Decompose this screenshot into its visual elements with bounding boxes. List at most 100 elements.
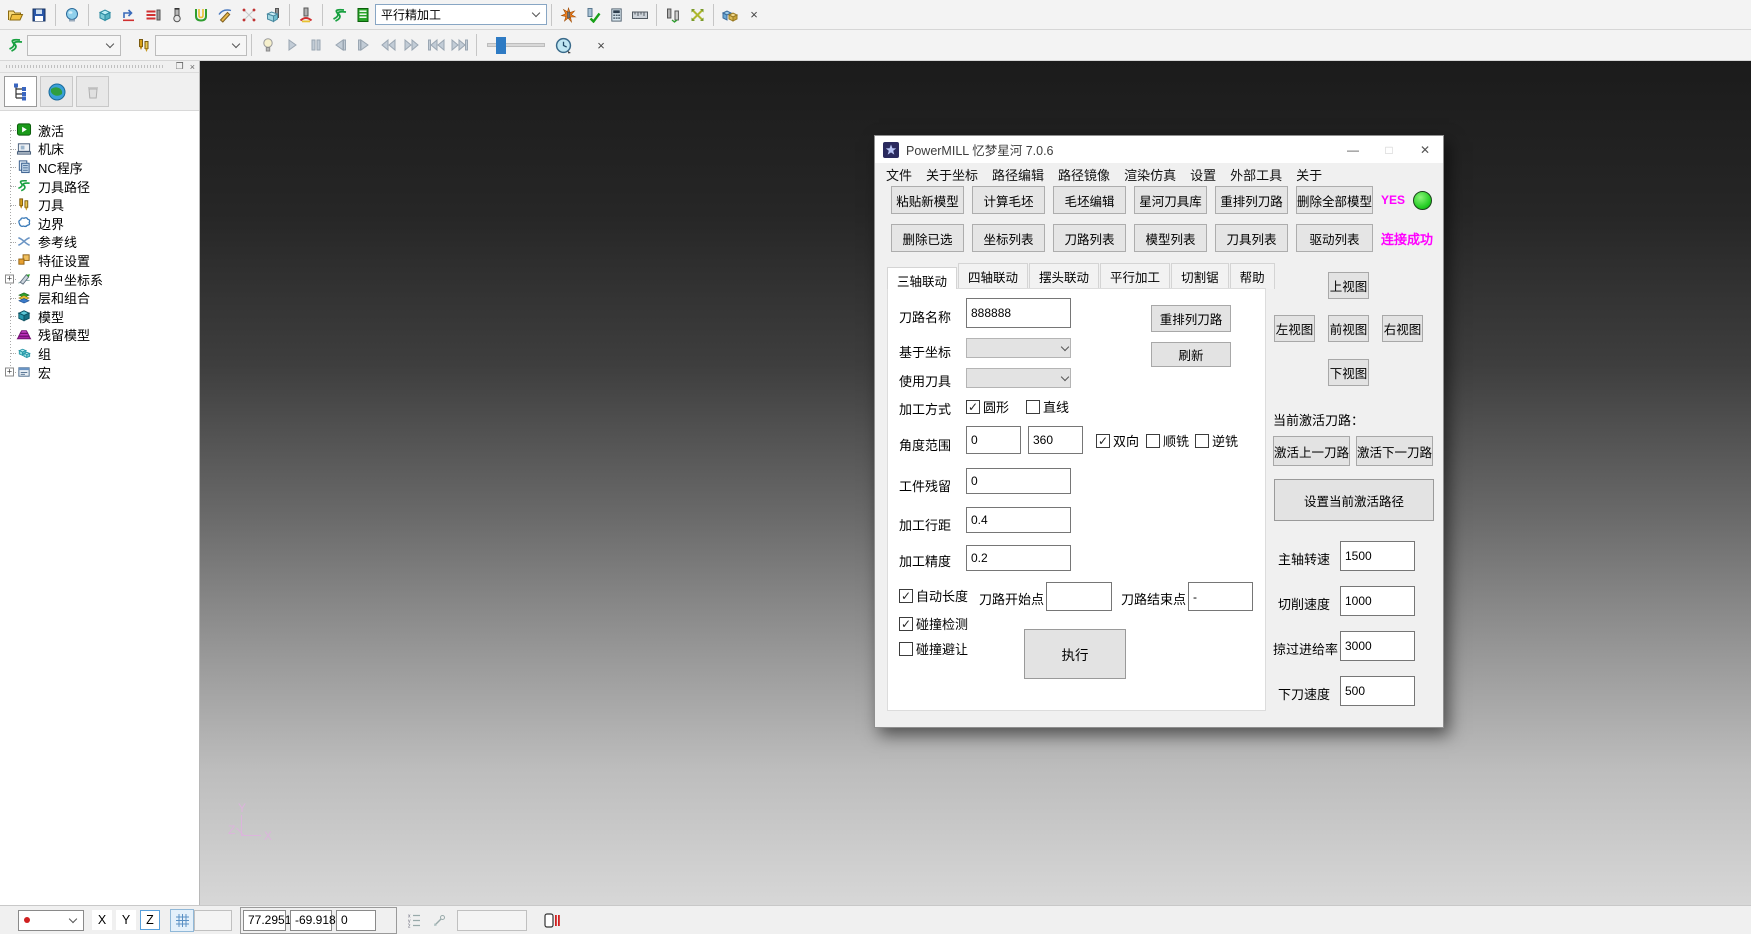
- view-bottom-button[interactable]: 下视图: [1328, 359, 1369, 386]
- calc-stock-button[interactable]: 计算毛坯: [972, 186, 1045, 214]
- rearrange-button[interactable]: 重排列刀路: [1151, 305, 1231, 332]
- probe-icon[interactable]: [427, 908, 451, 932]
- return-arrow-icon[interactable]: [117, 3, 141, 27]
- tree-item-stock-model[interactable]: 残留模型: [0, 326, 199, 345]
- stock-edit-button[interactable]: 毛坯编辑: [1053, 186, 1126, 214]
- plunge-speed-input[interactable]: [1340, 676, 1415, 706]
- tolerance-input[interactable]: [966, 545, 1071, 571]
- tree-item-levels[interactable]: 层和组合: [0, 288, 199, 307]
- pause-icon[interactable]: [304, 33, 328, 57]
- view-right-button[interactable]: 右视图: [1382, 315, 1423, 342]
- tree-item-boundary[interactable]: 边界: [0, 214, 199, 233]
- tab-trash[interactable]: [76, 76, 109, 107]
- coord-x-input[interactable]: 77.2951: [243, 910, 286, 931]
- line-checkbox[interactable]: [1026, 400, 1040, 414]
- collision-avoid-checkbox[interactable]: [899, 642, 913, 656]
- angle-to-input[interactable]: [1028, 426, 1083, 454]
- play-icon[interactable]: [280, 33, 304, 57]
- tool-list-button[interactable]: 刀具列表: [1215, 224, 1288, 252]
- activate-prev-button[interactable]: 激活上一刀路: [1273, 436, 1350, 466]
- pencil-curve-icon[interactable]: [213, 3, 237, 27]
- speed-slider[interactable]: [487, 43, 545, 47]
- block-icon[interactable]: [93, 3, 117, 27]
- view-top-button[interactable]: 上视图: [1328, 272, 1369, 299]
- rearrange-toolpath-button[interactable]: 重排列刀路: [1215, 186, 1288, 214]
- tree-item-groups[interactable]: 组: [0, 344, 199, 363]
- bidir-checkbox[interactable]: [1096, 434, 1110, 448]
- coord-list-button[interactable]: 坐标列表: [972, 224, 1045, 252]
- auto-length-checkbox-row[interactable]: 自动长度: [899, 586, 968, 605]
- circle-checkbox[interactable]: [966, 400, 980, 414]
- menu-coords[interactable]: 关于坐标: [919, 165, 985, 184]
- minimize-icon[interactable]: —: [1335, 136, 1371, 163]
- measure-input[interactable]: [457, 910, 527, 931]
- maximize-icon[interactable]: □: [1371, 136, 1407, 163]
- skim-feed-input[interactable]: [1340, 631, 1415, 661]
- close-toolbar-icon[interactable]: ×: [589, 33, 613, 57]
- activate-next-button[interactable]: 激活下一刀路: [1356, 436, 1433, 466]
- base-coord-select[interactable]: [966, 338, 1071, 358]
- sidebar-grip[interactable]: ❐ ×: [0, 61, 199, 73]
- slider-handle[interactable]: [496, 37, 506, 54]
- view-left-button[interactable]: 左视图: [1274, 315, 1315, 342]
- set-active-path-button[interactable]: 设置当前激活路径: [1274, 479, 1434, 521]
- tab-parallel[interactable]: 平行加工: [1100, 263, 1170, 289]
- tree-item-pattern[interactable]: 参考线: [0, 233, 199, 252]
- tree-item-machine[interactable]: 机床: [0, 140, 199, 159]
- model-list-button[interactable]: 模型列表: [1134, 224, 1207, 252]
- statusbar-select[interactable]: [18, 910, 84, 931]
- grid-size-input[interactable]: [194, 910, 232, 931]
- auto-length-checkbox[interactable]: [899, 589, 913, 603]
- close-panel-icon[interactable]: ×: [190, 62, 195, 72]
- execute-button[interactable]: 执行: [1024, 629, 1126, 679]
- toolpath-select[interactable]: [27, 35, 121, 56]
- strategy-select[interactable]: 平行精加工: [375, 4, 547, 25]
- line-checkbox-row[interactable]: 直线: [1026, 397, 1069, 416]
- x-axis-button[interactable]: X: [92, 910, 112, 930]
- ruler-icon[interactable]: [628, 3, 652, 27]
- menu-file[interactable]: 文件: [879, 165, 919, 184]
- lightbulb-icon[interactable]: [256, 33, 280, 57]
- tree-item-nc-program[interactable]: NC程序: [0, 158, 199, 177]
- conventional-checkbox-row[interactable]: 逆铣: [1195, 431, 1238, 450]
- menu-render-sim[interactable]: 渲染仿真: [1117, 165, 1183, 184]
- tools-icon[interactable]: [131, 33, 155, 57]
- transform-arrows-icon[interactable]: [685, 3, 709, 27]
- cutting-speed-input[interactable]: [1340, 586, 1415, 616]
- menu-path-mirror[interactable]: 路径镜像: [1051, 165, 1117, 184]
- paste-model-button[interactable]: 粘贴新模型: [891, 186, 964, 214]
- use-tool-select[interactable]: [966, 368, 1071, 388]
- viewport-canvas[interactable]: Y Z X PowerMILL 忆梦星河 7.0.6 — □ ✕ 文件 关于坐标…: [200, 61, 1751, 905]
- bidir-checkbox-row[interactable]: 双向: [1096, 431, 1139, 450]
- tree-item-activate[interactable]: 激活: [0, 121, 199, 140]
- close-icon[interactable]: ✕: [1407, 136, 1443, 163]
- tab-saw[interactable]: 切割锯: [1171, 263, 1229, 289]
- tab-help[interactable]: 帮助: [1230, 263, 1275, 289]
- climb-checkbox-row[interactable]: 顺铣: [1146, 431, 1189, 450]
- tree-item-tools[interactable]: 刀具: [0, 195, 199, 214]
- toolpath-name-input[interactable]: [966, 298, 1071, 328]
- expand-icon[interactable]: +: [5, 275, 14, 284]
- go-start-icon[interactable]: [424, 33, 448, 57]
- tree-item-workplane[interactable]: +用户坐标系: [0, 270, 199, 289]
- tool-check-icon[interactable]: [580, 3, 604, 27]
- delete-all-models-button[interactable]: 删除全部模型: [1296, 186, 1373, 214]
- stepover-input[interactable]: [966, 507, 1071, 533]
- menu-settings[interactable]: 设置: [1183, 165, 1223, 184]
- collision-check-checkbox-row[interactable]: 碰撞检测: [899, 614, 968, 633]
- tab-3axis[interactable]: 三轴联动: [887, 267, 957, 289]
- powermill-logo-icon[interactable]: [3, 33, 27, 57]
- delete-selected-button[interactable]: 删除已选: [891, 224, 964, 252]
- menu-external-tools[interactable]: 外部工具: [1223, 165, 1289, 184]
- open-icon[interactable]: [3, 3, 27, 27]
- tool-arc-icon[interactable]: [294, 3, 318, 27]
- view-front-button[interactable]: 前视图: [1328, 315, 1369, 342]
- toolpath-list-button[interactable]: 刀路列表: [1053, 224, 1126, 252]
- clock-icon[interactable]: [551, 33, 575, 57]
- bar-tool-icon[interactable]: [141, 3, 165, 27]
- close-toolbar-icon[interactable]: ×: [742, 3, 766, 27]
- tool-library-button[interactable]: 星河刀具库: [1134, 186, 1207, 214]
- xyz-list-icon[interactable]: xyz: [403, 908, 427, 932]
- dialog-titlebar[interactable]: PowerMILL 忆梦星河 7.0.6 — □ ✕: [875, 136, 1443, 163]
- tab-explorer-tree[interactable]: [4, 76, 37, 107]
